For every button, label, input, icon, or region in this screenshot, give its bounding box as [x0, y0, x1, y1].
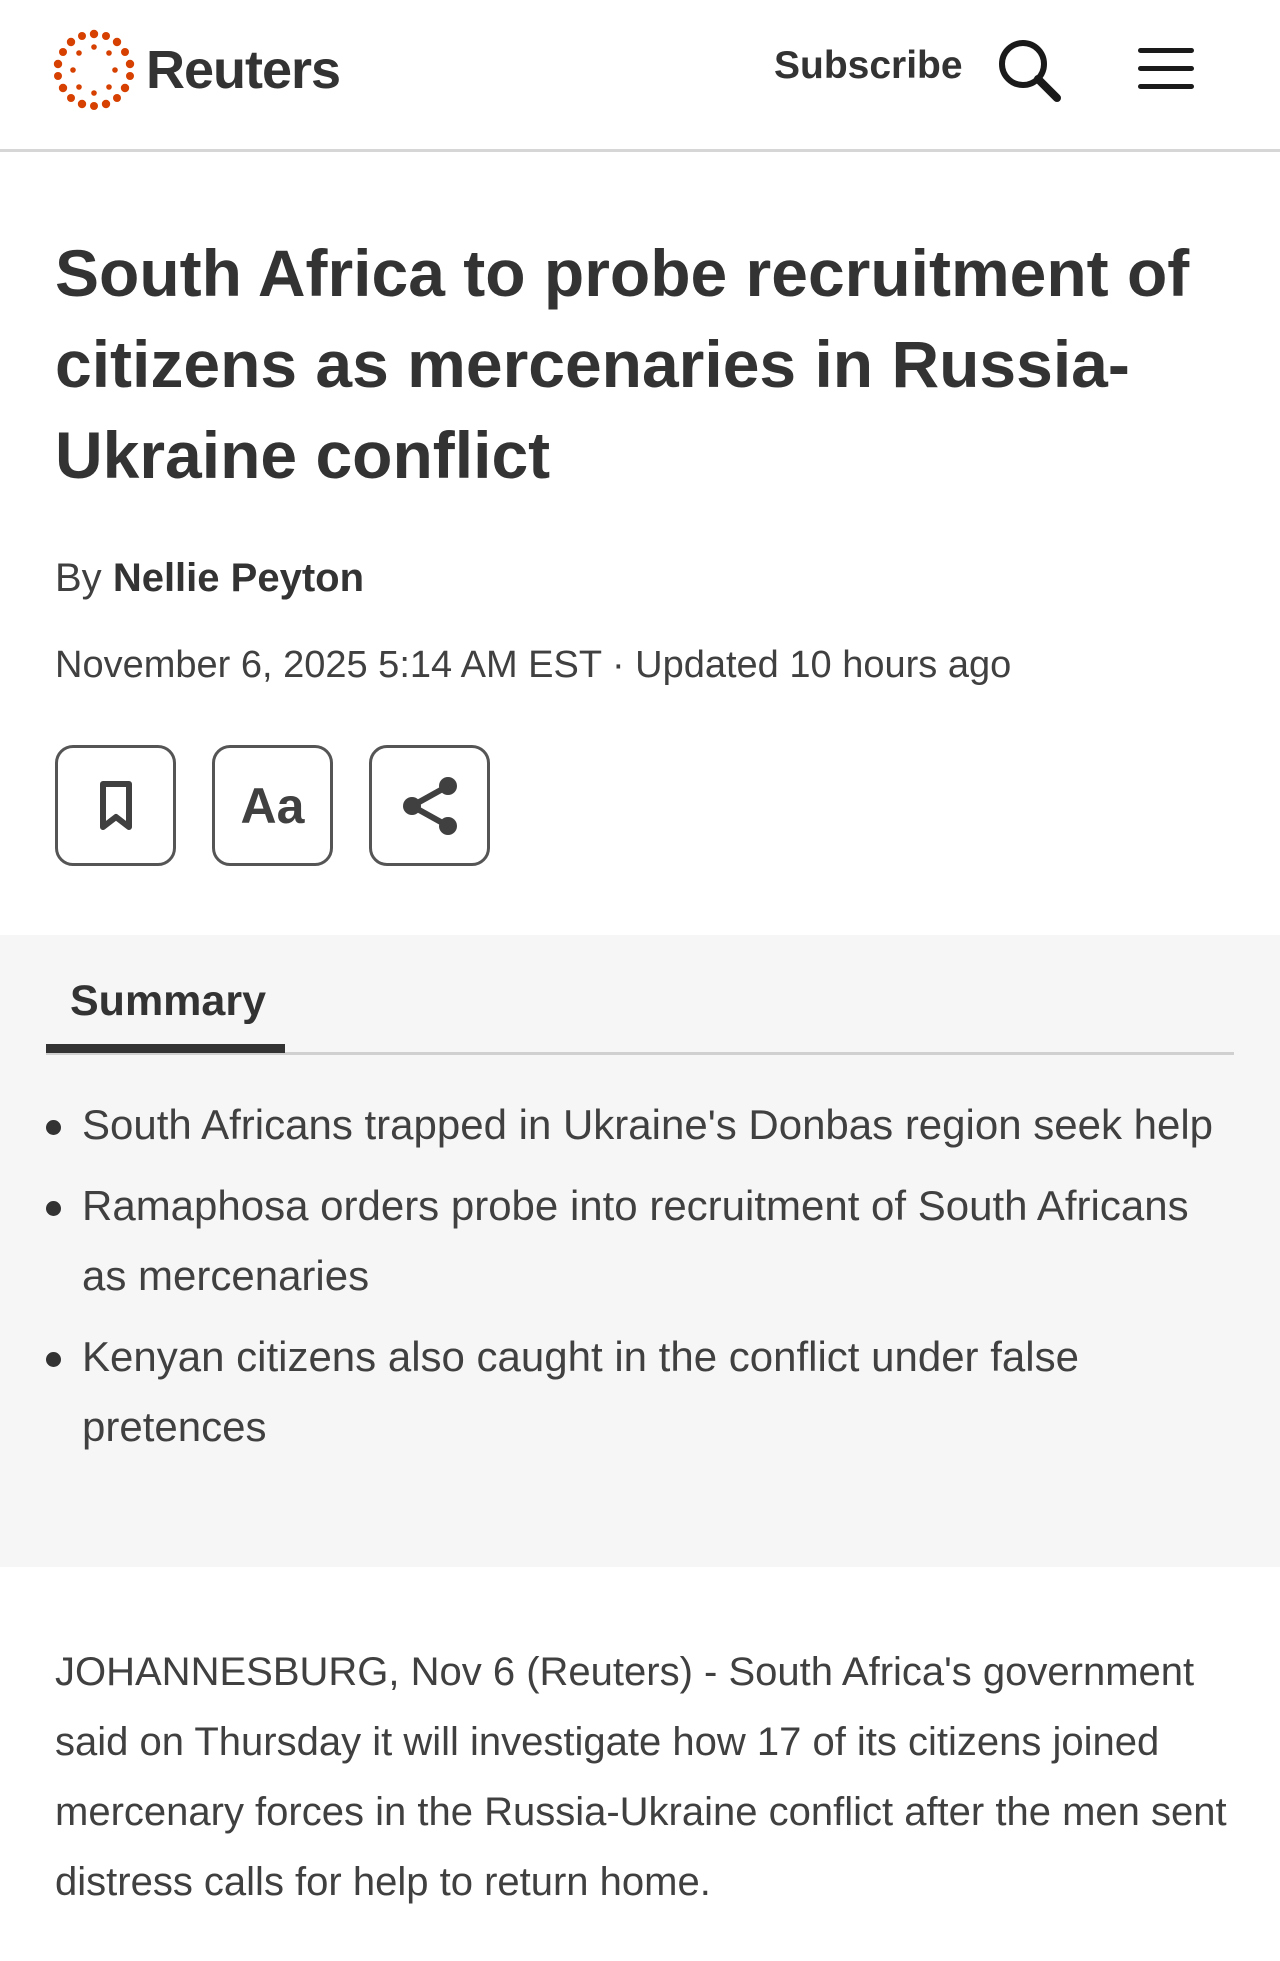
text-size-button[interactable]: Aa [212, 745, 333, 866]
summary-item-text: Ramaphosa orders probe into recruitment … [82, 1182, 1189, 1299]
byline: By Nellie Peyton [55, 556, 364, 601]
bullet-icon [46, 1201, 61, 1216]
tab-summary[interactable]: Summary [70, 977, 266, 1026]
bullet-icon [46, 1352, 61, 1367]
bookmark-button[interactable] [55, 745, 176, 866]
article-page: Reuters Subscribe South Africa to probe … [0, 0, 1280, 1961]
reuters-logo-icon [53, 29, 135, 110]
summary-item-text: South Africans trapped in Ukraine's Donb… [82, 1101, 1214, 1148]
byline-prefix: By [55, 556, 102, 600]
author-link[interactable]: Nellie Peyton [113, 556, 364, 600]
article-actions: Aa [55, 745, 490, 866]
menu-button[interactable] [1136, 44, 1196, 94]
article-body-paragraph: JOHANNESBURG, Nov 6 (Reuters) - South Af… [55, 1650, 1227, 1904]
summary-section: Summary South Africans trapped in Ukrain… [0, 935, 1280, 1567]
reuters-logo[interactable]: Reuters [52, 28, 341, 112]
summary-item: Ramaphosa orders probe into recruitment … [46, 1171, 1236, 1311]
site-header: Reuters Subscribe [0, 0, 1280, 152]
active-tab-indicator [46, 1044, 285, 1053]
share-icon [402, 776, 457, 835]
summary-item: South Africans trapped in Ukraine's Donb… [46, 1090, 1236, 1160]
text-size-icon: Aa [240, 777, 305, 834]
article-dateline: November 6, 2025 5:14 AM EST · Updated 1… [55, 644, 1012, 686]
summary-item: Kenyan citizens also caught in the confl… [46, 1322, 1236, 1462]
share-button[interactable] [369, 745, 490, 866]
article-headline: South Africa to probe recruitment of cit… [55, 236, 1190, 492]
brand-name: Reuters [146, 40, 341, 100]
search-button[interactable] [995, 36, 1063, 104]
search-icon [999, 40, 1061, 102]
bookmark-icon [99, 780, 132, 830]
subscribe-button[interactable]: Subscribe [774, 44, 963, 88]
summary-item-text: Kenyan citizens also caught in the confl… [82, 1333, 1079, 1450]
bullet-icon [46, 1120, 61, 1135]
summary-list: South Africans trapped in Ukraine's Donb… [46, 1090, 1236, 1473]
hamburger-menu-icon [1138, 48, 1194, 89]
